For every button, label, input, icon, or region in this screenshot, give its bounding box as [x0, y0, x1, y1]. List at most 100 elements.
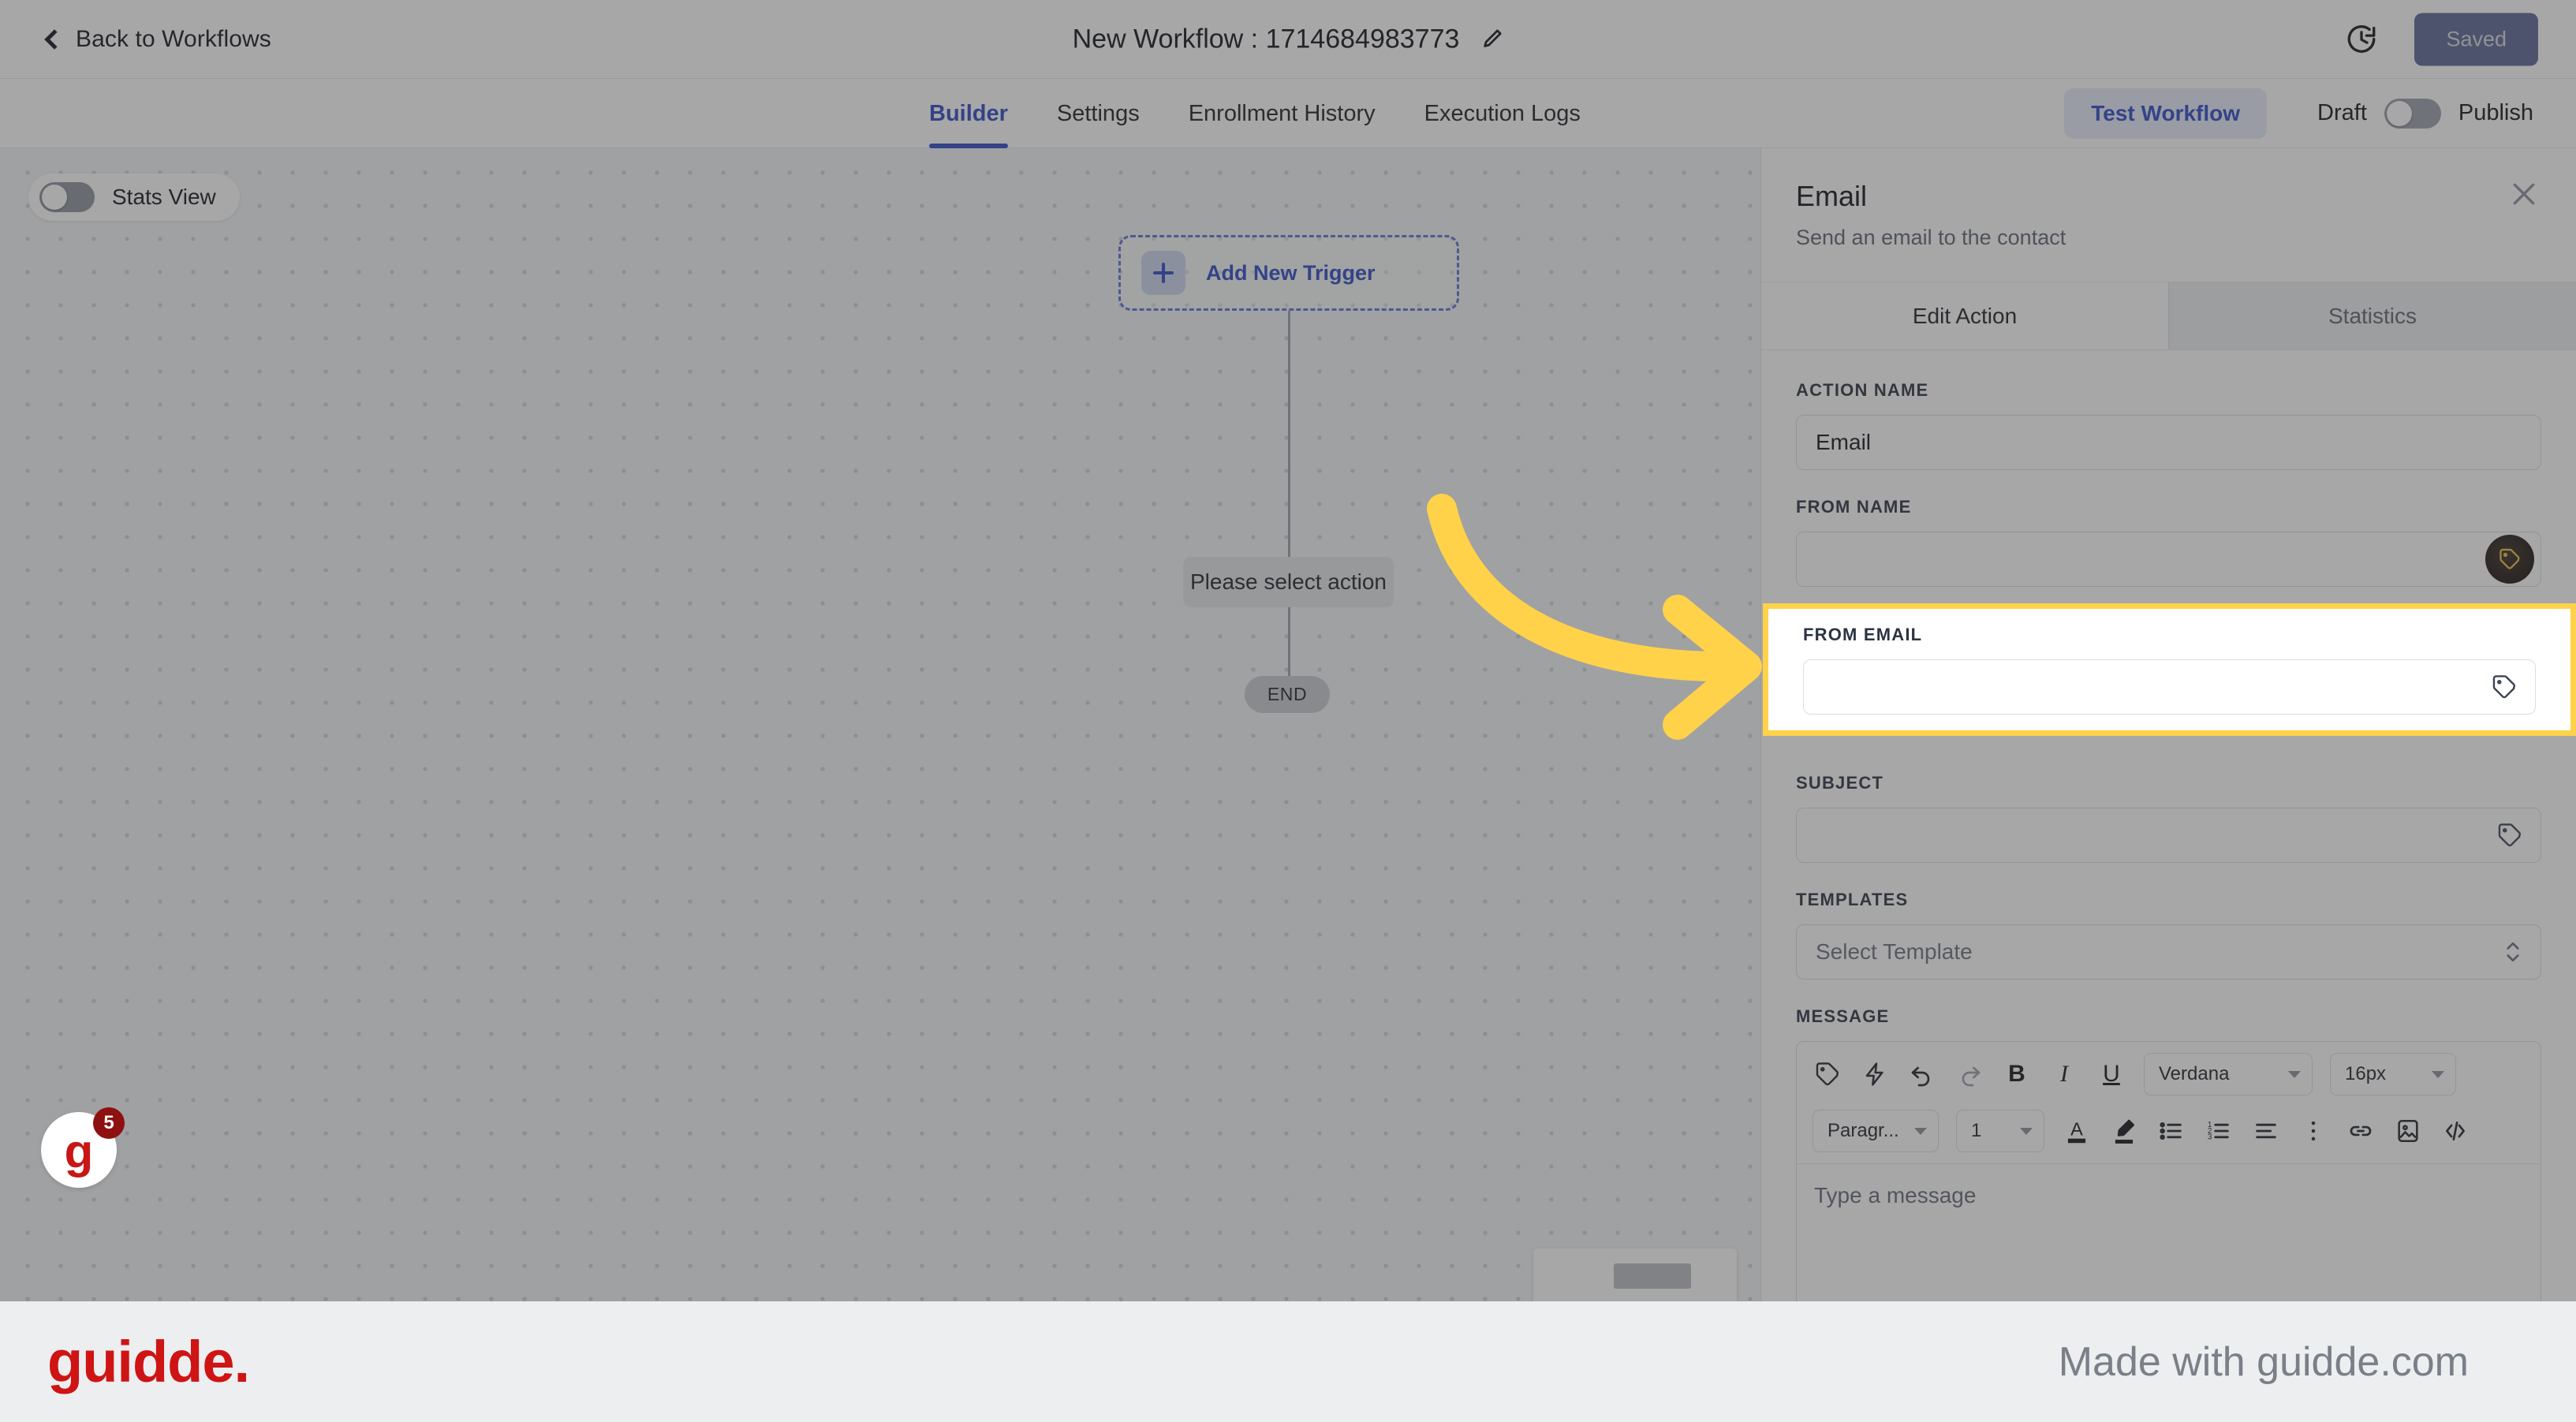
- add-new-trigger-label: Add New Trigger: [1206, 260, 1376, 285]
- tab-settings[interactable]: Settings: [1057, 79, 1140, 148]
- tab-list: Builder Settings Enrollment History Exec…: [929, 79, 1581, 148]
- connector-line-top: [1288, 311, 1290, 557]
- tab-edit-action[interactable]: Edit Action: [1761, 282, 2168, 349]
- highlight-color-icon[interactable]: [2109, 1116, 2139, 1146]
- numbered-list-icon[interactable]: 1 2 3: [2204, 1116, 2234, 1146]
- tab-enrollment-history[interactable]: Enrollment History: [1189, 79, 1376, 148]
- message-textarea[interactable]: Type a message: [1797, 1163, 2541, 1301]
- chevron-down-icon-num: [2020, 1128, 2033, 1135]
- from-name-label: FROM NAME: [1796, 497, 1912, 517]
- link-icon[interactable]: [2346, 1116, 2376, 1146]
- text-color-icon[interactable]: A: [2062, 1116, 2092, 1146]
- templates-label: TEMPLATES: [1796, 890, 1909, 909]
- chevron-left-icon: [44, 28, 65, 50]
- draft-label: Draft: [2317, 100, 2367, 125]
- history-clock-icon[interactable]: [2345, 23, 2378, 56]
- paragraph-style-select[interactable]: Paragr...: [1813, 1110, 1939, 1152]
- end-label: END: [1267, 684, 1308, 704]
- editor-toolbar-row-1: B I U Verdana 16px: [1797, 1042, 2541, 1107]
- italic-icon[interactable]: I: [2049, 1061, 2079, 1088]
- page-title: New Workflow : 1714684983773: [1072, 24, 1460, 54]
- top-bar: Back to Workflows New Workflow : 1714684…: [0, 0, 2576, 79]
- font-size-value: 16px: [2345, 1063, 2387, 1084]
- field-templates: TEMPLATES Select Template: [1796, 890, 2541, 980]
- action-name-input[interactable]: Email: [1796, 415, 2541, 470]
- font-family-select[interactable]: Verdana: [2144, 1053, 2313, 1095]
- made-with-guidde-label: Made with guidde.com: [2058, 1338, 2469, 1385]
- chevron-down-icon-size: [2432, 1071, 2444, 1078]
- svg-text:3: 3: [2208, 1133, 2212, 1142]
- message-label: MESSAGE: [1796, 1006, 1890, 1026]
- guidde-badge-letter: g: [64, 1125, 94, 1178]
- subject-label: SUBJECT: [1796, 773, 1884, 793]
- subject-input[interactable]: [1796, 808, 2541, 863]
- panel-tab-list: Edit Action Statistics: [1761, 282, 2576, 350]
- field-message: MESSAGE B I U Verdana 16px Paragr... 1 A…: [1796, 1006, 2541, 1301]
- guidde-logo: guidde.: [47, 1329, 250, 1394]
- template-select-value: Select Template: [1816, 939, 1973, 964]
- cursor-click-indicator: [2485, 535, 2534, 584]
- guidde-badge: g 5: [41, 1107, 125, 1188]
- tag-icon-subject[interactable]: [2496, 822, 2523, 849]
- lightning-icon[interactable]: [1860, 1059, 1890, 1089]
- from-name-input[interactable]: [1796, 532, 2541, 587]
- minimap-node-1: [1614, 1263, 1691, 1289]
- publish-label: Publish: [2458, 100, 2533, 125]
- pencil-icon[interactable]: [1480, 28, 1503, 51]
- saved-button[interactable]: Saved: [2414, 13, 2538, 65]
- select-action-node[interactable]: Please select action: [1183, 557, 1394, 607]
- test-workflow-button[interactable]: Test Workflow: [2064, 88, 2268, 139]
- field-subject: SUBJECT: [1796, 773, 2541, 863]
- back-to-workflows-link[interactable]: Back to Workflows: [44, 25, 271, 53]
- tab-execution-logs[interactable]: Execution Logs: [1424, 79, 1581, 148]
- field-from-name: FROM NAME: [1796, 497, 2541, 587]
- action-name-value: Email: [1816, 430, 1872, 454]
- panel-body: ACTION NAME Email FROM NAME SUBJECT TEMP…: [1761, 350, 2576, 1301]
- message-editor: B I U Verdana 16px Paragr... 1 A 1 2 3 T…: [1796, 1041, 2541, 1301]
- template-select[interactable]: Select Template: [1796, 924, 2541, 980]
- from-email-input[interactable]: [1803, 659, 2536, 715]
- canvas-minimap[interactable]: [1533, 1248, 1737, 1301]
- code-icon[interactable]: [2440, 1116, 2470, 1146]
- bold-icon[interactable]: B: [2002, 1061, 2032, 1088]
- stats-view-label: Stats View: [112, 185, 216, 209]
- back-to-workflows-label: Back to Workflows: [76, 25, 271, 52]
- align-icon[interactable]: [2251, 1116, 2281, 1146]
- tag-icon-from-email[interactable]: [2491, 674, 2518, 700]
- stats-view-toggle-switch[interactable]: [39, 182, 95, 212]
- tab-statistics[interactable]: Statistics: [2168, 282, 2576, 349]
- line-height-value: 1: [1971, 1120, 1982, 1141]
- paragraph-style-value: Paragr...: [1827, 1120, 1899, 1141]
- field-action-name: ACTION NAME Email: [1796, 380, 2541, 470]
- workflow-canvas[interactable]: Stats View Add New Trigger Please select…: [0, 148, 1760, 1301]
- more-options-icon[interactable]: [2298, 1116, 2328, 1146]
- from-email-label: FROM EMAIL: [1803, 625, 1923, 644]
- select-action-label: Please select action: [1189, 569, 1387, 594]
- stats-view-toggle[interactable]: Stats View: [28, 174, 240, 221]
- from-email-highlight: FROM EMAIL: [1763, 603, 2576, 736]
- font-size-select[interactable]: 16px: [2330, 1053, 2456, 1095]
- underline-icon[interactable]: U: [2096, 1061, 2126, 1088]
- chevron-updown-icon: [2507, 942, 2519, 962]
- plus-icon: [1141, 251, 1185, 295]
- panel-header: Email Send an email to the contact: [1761, 148, 2576, 282]
- font-family-value: Verdana: [2159, 1063, 2230, 1084]
- connector-line-bottom: [1288, 607, 1290, 676]
- add-new-trigger-node[interactable]: Add New Trigger: [1118, 235, 1459, 311]
- tab-builder[interactable]: Builder: [929, 79, 1008, 148]
- redo-icon[interactable]: [1954, 1059, 1984, 1089]
- publish-toggle[interactable]: [2384, 98, 2441, 129]
- svg-text:A: A: [2070, 1119, 2083, 1140]
- line-height-select[interactable]: 1: [1956, 1110, 2044, 1152]
- tag-icon[interactable]: [1813, 1059, 1842, 1089]
- chevron-down-icon-font: [2288, 1071, 2301, 1078]
- bulleted-list-icon[interactable]: [2156, 1116, 2186, 1146]
- app-root: Back to Workflows New Workflow : 1714684…: [0, 0, 2576, 1422]
- close-x-icon[interactable]: [2508, 178, 2540, 210]
- footer-bar: guidde. Made with guidde.com: [0, 1301, 2576, 1422]
- publish-toggle-knob: [2386, 100, 2412, 126]
- panel-title: Email: [1796, 180, 1868, 212]
- undo-icon[interactable]: [1907, 1059, 1937, 1089]
- image-icon[interactable]: [2393, 1116, 2423, 1146]
- end-node[interactable]: END: [1245, 676, 1330, 713]
